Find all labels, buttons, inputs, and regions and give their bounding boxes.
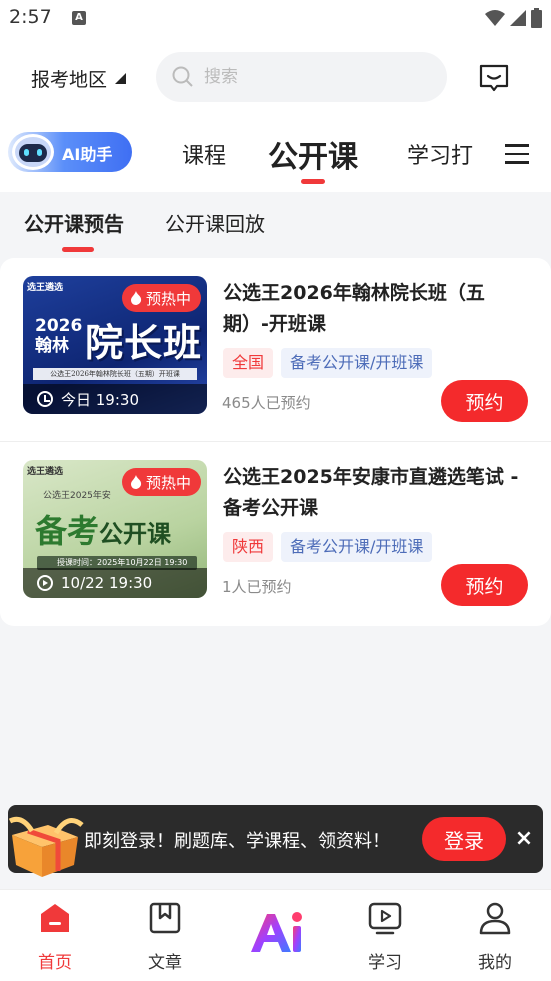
home-icon [41, 904, 69, 932]
flame-icon [130, 475, 142, 489]
notification-icon: A [72, 11, 86, 25]
thumb-title: 备考公开课 [35, 512, 172, 550]
nav-article[interactable]: 文章 [130, 900, 200, 973]
booking-count: 1人已预约 [222, 578, 292, 596]
signal-icon [510, 10, 526, 26]
region-tag: 全国 [223, 348, 274, 378]
course-thumbnail: 选王遴选 公选王2025年安 备考公开课 授课时间：2025年10月22日 19… [23, 460, 207, 598]
status-bar: 2:57 A [0, 0, 551, 38]
thumb-year: 2026 翰林 [35, 316, 83, 356]
thumb-subtitle: 公选王2025年安 [43, 491, 111, 501]
thumb-brand: 选王遴选 [27, 467, 64, 477]
nav-home-label: 首页 [38, 953, 72, 973]
category-tag: 备考公开课/开班课 [281, 348, 433, 378]
menu-icon[interactable] [496, 136, 538, 172]
ai-logo-icon [251, 912, 302, 952]
gift-box-icon [8, 816, 84, 877]
login-banner: 即刻登录！刷题库、学课程、领资料！ 登录 × [8, 805, 543, 877]
course-card[interactable]: 选王遴选 公选王2025年安 备考公开课 授课时间：2025年10月22日 19… [0, 441, 551, 625]
nav-mine[interactable]: 我的 [460, 900, 530, 973]
close-icon[interactable]: × [514, 827, 534, 851]
nav-home[interactable]: 首页 [20, 900, 90, 973]
message-icon[interactable] [478, 62, 510, 94]
thumb-subtitle: 公选王2026年翰林院长班（五期）开班课 [33, 368, 197, 380]
active-subtab-indicator [62, 247, 94, 252]
course-list: 选王遴选 2026 翰林 院长班 公选王2026年翰林院长班（五期）开班课 预热… [0, 258, 551, 626]
region-tag: 陕西 [223, 532, 274, 562]
nav-ai[interactable] [241, 908, 311, 962]
course-tags: 全国 备考公开课/开班课 [223, 348, 433, 378]
login-prompt: 即刻登录！刷题库、学课程、领资料！ [84, 831, 390, 852]
ai-assistant-label: AI助手 [62, 145, 113, 164]
course-tags: 陕西 备考公开课/开班课 [223, 532, 433, 562]
tab-open-class[interactable]: 公开课 [268, 132, 358, 176]
category-tag: 备考公开课/开班课 [281, 532, 433, 562]
subtab-replay[interactable]: 公开课回放 [165, 208, 265, 237]
tab-courses[interactable]: 课程 [182, 138, 226, 170]
nav-article-label: 文章 [148, 953, 182, 973]
nav-study-label: 学习 [368, 953, 402, 973]
search-input[interactable] [204, 67, 424, 87]
course-thumbnail: 选王遴选 2026 翰林 院长班 公选王2026年翰林院长班（五期）开班课 预热… [23, 276, 207, 414]
active-tab-indicator [301, 179, 325, 184]
book-button[interactable]: 预约 [441, 380, 528, 422]
status-icons [485, 8, 542, 28]
nav-study[interactable]: 学习 [350, 900, 420, 973]
course-title: 公选王2025年安康市直遴选笔试 -备考公开课 [223, 466, 519, 519]
user-icon [479, 902, 511, 935]
course-title: 公选王2026年翰林院长班（五期）-开班课 [223, 282, 485, 335]
course-card[interactable]: 选王遴选 2026 翰林 院长班 公选王2026年翰林院长班（五期）开班课 预热… [0, 258, 551, 442]
wifi-icon [485, 10, 505, 26]
course-time: 今日 19:30 [23, 384, 207, 414]
tab-study-checkin[interactable]: 学习打 [407, 138, 473, 170]
booking-count: 465人已预约 [222, 394, 311, 412]
subtab-preview[interactable]: 公开课预告 [24, 208, 124, 237]
bookmark-book-icon [149, 902, 181, 934]
triangle-down-icon [115, 73, 127, 84]
battery-icon [531, 8, 542, 28]
clock-icon [37, 391, 53, 407]
status-badge: 预热中 [121, 284, 201, 312]
bottom-nav: 首页 文章 学习 我的 [0, 889, 551, 981]
main-tabs: AI助手 课程 公开课 学习打 [0, 118, 551, 192]
play-screen-icon [368, 902, 402, 935]
sub-tabs: 公开课预告 公开课回放 [0, 192, 551, 258]
login-button[interactable]: 登录 [422, 817, 506, 861]
status-badge: 预热中 [121, 468, 201, 496]
course-time: 10/22 19:30 [23, 568, 207, 598]
ai-robot-icon [12, 134, 54, 170]
thumb-title: 院长班 [85, 320, 203, 365]
book-button[interactable]: 预约 [441, 564, 528, 606]
search-bar[interactable] [156, 52, 447, 102]
play-icon [37, 575, 53, 591]
region-label: 报考地区 [31, 69, 108, 91]
search-icon [172, 66, 193, 87]
thumb-brand: 选王遴选 [27, 283, 64, 293]
top-bar: 报考地区 [0, 38, 551, 118]
status-time: 2:57 [9, 6, 52, 28]
ai-assistant-button[interactable]: AI助手 [8, 132, 132, 172]
flame-icon [130, 291, 142, 305]
region-selector[interactable]: 报考地区 [31, 65, 127, 92]
nav-mine-label: 我的 [478, 953, 512, 973]
